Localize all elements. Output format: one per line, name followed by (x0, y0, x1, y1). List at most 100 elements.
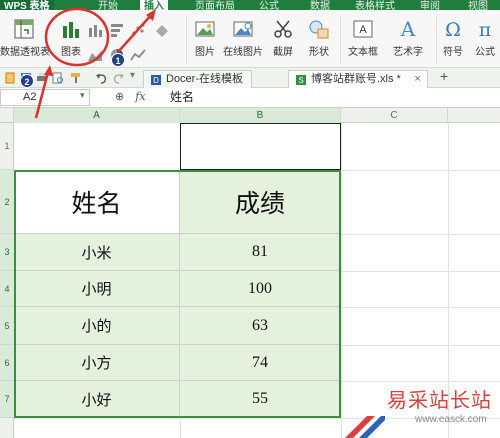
column-header-b[interactable]: B (180, 108, 341, 123)
doc-tab-docer[interactable]: D Docer-在线模板 (143, 70, 253, 88)
cell-name[interactable]: 小的 (14, 307, 180, 345)
online-picture-button[interactable]: 在线图片 (222, 10, 264, 68)
step-badge-2: 2 (20, 74, 34, 88)
column-chart-icon[interactable] (87, 22, 103, 38)
column-header-d[interactable] (448, 108, 500, 123)
row-headers: 1 2 3 4 5 6 7 (0, 123, 14, 438)
wordart-label: 艺术字 (393, 47, 423, 58)
ribbon-insert-panel: 数据透视表 图表 图片 在线图片 截屏 形状 A 文本框 A 艺术字 Ω 符号 … (0, 10, 500, 68)
cell-b1[interactable] (180, 123, 341, 170)
symbol-label: 符号 (443, 47, 463, 58)
shapes-label: 形状 (309, 47, 329, 58)
print-icon[interactable] (36, 72, 48, 84)
cell-b2[interactable]: 成绩 (180, 170, 341, 234)
column-header-c[interactable]: C (341, 108, 448, 123)
zoom-icon[interactable]: ⊕ (115, 91, 124, 103)
name-box-dropdown-icon[interactable]: ▾ (80, 90, 85, 101)
cell-name[interactable]: 小方 (14, 345, 180, 381)
other-charts-icon[interactable] (155, 24, 169, 38)
svg-text:D: D (153, 76, 159, 85)
omega-icon: Ω (445, 19, 461, 40)
svg-text:S: S (298, 76, 303, 85)
watermark-title: 易采站长站 (387, 388, 492, 412)
svg-text:A: A (400, 18, 416, 40)
app-title[interactable]: WPS 表格 (0, 0, 54, 10)
scissors-icon (274, 20, 292, 38)
tab-view[interactable]: 视图 (468, 0, 488, 10)
pivot-table-label: 数据透视表 (0, 47, 50, 58)
wordart-icon: A (400, 18, 416, 40)
bar-list-icon[interactable] (110, 22, 126, 38)
row-header-2[interactable]: 2 (0, 170, 14, 234)
tab-home[interactable]: 开始 (98, 0, 118, 10)
shapes-button[interactable]: 形状 (302, 10, 336, 68)
online-picture-icon (233, 21, 253, 37)
pivot-table-button[interactable]: 数据透视表 (0, 10, 50, 68)
ribbon-separator (436, 16, 437, 64)
column-headers: A B C (0, 108, 500, 123)
new-file-icon[interactable] (4, 72, 16, 84)
row-header-5[interactable]: 5 (0, 307, 14, 345)
ribbon-separator (186, 16, 187, 64)
ribbon-tab-bar: WPS 表格 开始 插入 页面布局 公式 数据 表格样式 审阅 视图 (0, 0, 500, 10)
picture-button[interactable]: 图片 (190, 10, 220, 68)
svg-text:π: π (479, 19, 492, 40)
close-tab-icon[interactable]: × (414, 71, 420, 88)
svg-text:Ω: Ω (445, 19, 461, 40)
format-painter-icon[interactable] (70, 72, 82, 84)
ribbon-separator (340, 16, 341, 64)
row-header-7[interactable]: 7 (0, 381, 14, 418)
doc-tab-spreadsheet[interactable]: S 博客站群账号.xls * × (288, 70, 428, 88)
doc-tab-label: 博客站群账号.xls * (311, 73, 401, 85)
tab-page-layout[interactable]: 页面布局 (195, 0, 235, 10)
cell-name[interactable]: 小米 (14, 234, 180, 271)
row-header-4[interactable]: 4 (0, 271, 14, 307)
screenshot-button[interactable]: 截屏 (266, 10, 300, 68)
tab-table-style[interactable]: 表格样式 (355, 0, 395, 10)
tab-formulas[interactable]: 公式 (259, 0, 279, 10)
undo-icon[interactable] (95, 72, 107, 84)
more-icon[interactable]: ▾ (130, 70, 135, 81)
area-chart-icon[interactable] (87, 48, 103, 62)
redo-icon[interactable] (113, 72, 125, 84)
name-box[interactable]: A2 (0, 89, 90, 106)
scatter-chart-icon[interactable] (130, 22, 146, 38)
cell-score[interactable]: 100 (180, 271, 341, 307)
watermark-url: www.easck.com (415, 414, 487, 425)
textbox-label: 文本框 (348, 47, 378, 58)
fx-icon[interactable]: fx (135, 90, 145, 103)
symbol-button[interactable]: Ω 符号 (438, 10, 468, 68)
tab-insert[interactable]: 插入 (140, 0, 168, 10)
cell-name[interactable]: 小好 (14, 381, 180, 418)
row-header-1[interactable]: 1 (0, 123, 14, 170)
watermark: 易采站长站 www.easck.com (345, 384, 500, 438)
cell-score[interactable]: 55 (180, 381, 341, 418)
formula-input[interactable]: 姓名 (170, 89, 194, 106)
row-header-3[interactable]: 3 (0, 234, 14, 271)
tab-data[interactable]: 数据 (310, 0, 330, 10)
chart-label: 图表 (61, 47, 81, 58)
cell-score[interactable]: 81 (180, 234, 341, 271)
wordart-button[interactable]: A 艺术字 (386, 10, 430, 68)
cell-score[interactable]: 74 (180, 345, 341, 381)
bar-chart-icon (63, 22, 79, 38)
shapes-icon (309, 20, 329, 39)
line-chart-icon[interactable] (130, 48, 146, 62)
cell-a2[interactable]: 姓名 (14, 170, 180, 234)
row-header-6[interactable]: 6 (0, 345, 14, 381)
textbox-button[interactable]: A 文本框 (343, 10, 383, 68)
cell-score[interactable]: 63 (180, 307, 341, 345)
pivot-table-icon (14, 19, 34, 39)
spreadsheet-file-icon: S (296, 75, 306, 85)
select-all-corner[interactable] (0, 108, 14, 123)
picture-icon (195, 21, 215, 37)
cell-name[interactable]: 小明 (14, 271, 180, 307)
formula-button[interactable]: π 公式 (470, 10, 500, 68)
quick-access-toolbar: ▾ D Docer-在线模板 S 博客站群账号.xls * × + (0, 68, 500, 88)
formula-bar: A2 ▾ ⊕ fx 姓名 (0, 88, 500, 108)
chart-button[interactable]: 图表 (55, 10, 87, 68)
print-preview-icon[interactable] (52, 72, 64, 84)
tab-review[interactable]: 审阅 (420, 0, 440, 10)
column-header-a[interactable]: A (14, 108, 180, 123)
new-tab-icon[interactable]: + (440, 68, 448, 84)
